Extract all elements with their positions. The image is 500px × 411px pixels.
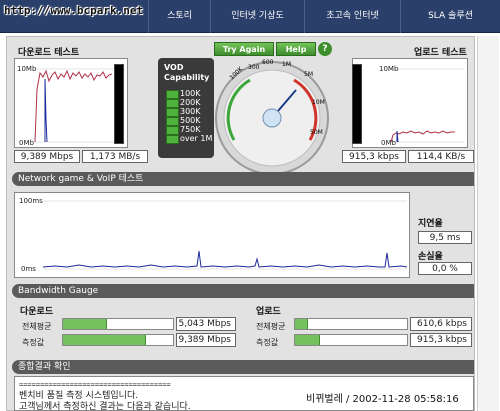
help-button[interactable]: Help (276, 42, 316, 56)
network-scale-bottom: 0ms (21, 265, 36, 273)
upload-test-title: 업로드 테스트 (414, 48, 467, 58)
vod-capability-panel: VOD Capability 100K 200K 300K 500K 750K … (158, 58, 214, 158)
upload-avg-fill (295, 319, 309, 329)
network-test-header: Network game & VoIP 테스트 (12, 172, 474, 186)
upload-measured-label: 측정값 (256, 338, 279, 347)
upload-measured-track (294, 334, 408, 346)
loss-value: 0,0 % (418, 262, 472, 275)
upload-measured-value: 915,3 kbps (410, 333, 472, 347)
nav-item-internet-weather[interactable]: 인터넷 기상도 (210, 0, 304, 33)
download-level-bar (114, 64, 124, 144)
gauge-tick-5m: 5M (304, 71, 313, 78)
upload-avg-value: 610,6 kbps (410, 317, 472, 331)
upload-avg-track (294, 318, 408, 330)
vod-level-200k: 200K (166, 98, 214, 108)
network-latency-graph: 100ms 0ms (14, 192, 410, 278)
upload-level-bar (352, 64, 362, 144)
download-speed-mbs: 1,173 MB/s (82, 150, 148, 163)
latency-value: 9,5 ms (418, 231, 472, 244)
download-measured-value: 9,389 Mbps (176, 333, 236, 347)
vertical-scrollbar[interactable] (477, 36, 499, 411)
download-avg-track (62, 318, 174, 330)
gauge-tick-50m: 50M (310, 129, 323, 136)
help-question-icon[interactable]: ? (318, 42, 332, 56)
vod-level-500k: 500K (166, 116, 214, 126)
download-measured-track (62, 334, 174, 346)
nav-item-highspeed-internet[interactable]: 초고속 인터넷 (304, 0, 400, 33)
upload-scale-top: 10Mb (379, 65, 399, 73)
nav-item-story[interactable]: 스토리 (148, 0, 210, 33)
url-watermark: http://www.bcpark.net (4, 4, 144, 17)
upload-graph: 10Mb 0Mb (352, 58, 468, 148)
gauge-tick-10m: 10M (312, 99, 325, 106)
upload-avg-label: 전체평균 (256, 322, 286, 331)
download-test-title: 다운로드 테스트 (18, 48, 80, 58)
gauge-tick-600: 600 (262, 59, 274, 66)
vod-level-300k: 300K (166, 107, 214, 117)
upload-speed-kbs: 114,4 KB/s (408, 150, 474, 163)
upload-speed-kbps: 915,3 kbps (342, 150, 406, 163)
try-again-button[interactable]: Try Again (214, 42, 274, 56)
nav-item-sla-solution[interactable]: SLA 솔루션 (400, 0, 500, 33)
upload-scale-bottom: 0Mb (381, 139, 396, 147)
bandwidth-download-title: 다운로드 (20, 307, 54, 317)
gauge-tick-300: 300 (248, 64, 260, 71)
speed-gauge-dial: 100K 300 600 1M 5M 10M 50M (215, 59, 329, 175)
download-measured-label: 측정값 (22, 338, 45, 347)
download-avg-value: 5,043 Mbps (176, 317, 236, 331)
summary-header: 종합결과 확인 (12, 360, 474, 374)
network-scale-top: 100ms (19, 197, 43, 205)
vod-title-line1: VOD (164, 63, 184, 72)
vod-level-750k: 750K (166, 125, 214, 135)
upload-measured-fill (295, 335, 320, 345)
download-avg-label: 전체평균 (22, 322, 52, 331)
speed-gauge: 100K 300 600 1M 5M 10M 50M (212, 42, 332, 182)
latency-label: 지연율 (418, 219, 443, 229)
vod-level-100k: 100K (166, 89, 214, 99)
overlay-caption: 비뀌벌레 / 2002-11-28 05:58:16 (306, 394, 459, 405)
download-scale-bottom: 0Mb (19, 139, 34, 147)
gauge-tick-1m: 1M (282, 61, 291, 68)
vod-title-line2: Capability (164, 73, 210, 82)
upload-graph-plot (390, 68, 465, 143)
bandwidth-upload-title: 업로드 (256, 307, 281, 317)
download-avg-fill (63, 319, 107, 329)
download-scale-top: 10Mb (17, 65, 37, 73)
download-measured-fill (63, 335, 146, 345)
loss-label: 손실율 (418, 252, 443, 262)
download-speed-mbps: 9,389 Mbps (14, 150, 80, 163)
network-latency-plot (42, 200, 408, 270)
download-graph: 10Mb 0Mb (14, 58, 128, 148)
vod-level-over-1m: over 1M (166, 134, 214, 144)
bandwidth-gauge-header: Bandwidth Gauge (12, 284, 474, 298)
